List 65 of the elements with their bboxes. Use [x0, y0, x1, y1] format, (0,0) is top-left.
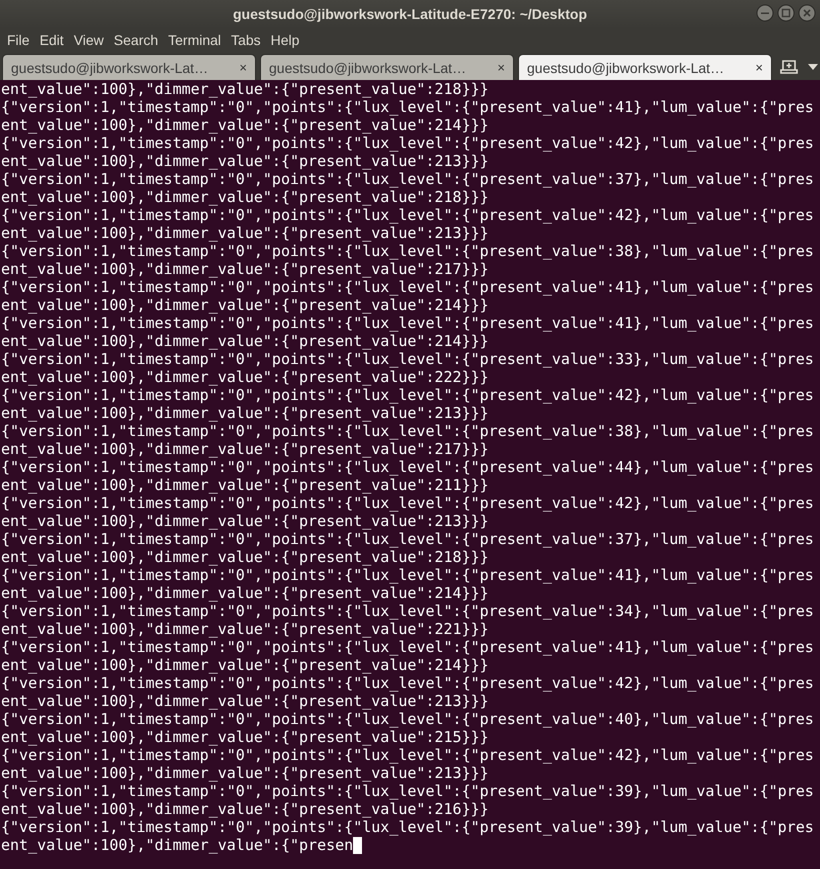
terminal-line: ent_value":100},"dimmer_value":{"present_value":217}}}: [0, 260, 489, 278]
new-tab-icon[interactable]: [780, 59, 798, 75]
terminal-line: ent_value":100},"dimmer_value":{"present_value":213}}}: [0, 152, 489, 170]
window-title: guestsudo@jibworkswork-Latitude-E7270: ~/Desktop: [233, 6, 587, 22]
tab-close-button[interactable]: ×: [497, 60, 505, 75]
terminal-line: ent_value":100},"dimmer_value":{"present_value":214}}}: [0, 116, 489, 134]
terminal-line: ent_value":100},"dimmer_value":{"present_value":214}}}: [0, 656, 489, 674]
terminal-line: {"version":1,"timestamp":"0","points":{"lux_level":{"present_value":37},"lum_value":{"pres: [0, 530, 814, 548]
menu-item[interactable]: Help: [266, 32, 304, 48]
terminal-line: ent_value":100},"dimmer_value":{"present_value":217}}}: [0, 440, 489, 458]
terminal-line: ent_value":100},"dimmer_value":{"present_value":214}}}: [0, 332, 489, 350]
terminal-line: ent_value":100},"dimmer_value":{"present_value":211}}}: [0, 476, 489, 494]
terminal-line: ent_value":100},"dimmer_value":{"present_value":218}}}: [0, 548, 489, 566]
terminal-line: ent_value":100},"dimmer_value":{"present_value":218}}}: [0, 188, 489, 206]
minimize-icon[interactable]: [756, 4, 774, 22]
terminal-tab[interactable]: guestsudo@jibworkswork-Lat… ×: [2, 54, 256, 80]
menu-item[interactable]: View: [68, 32, 109, 48]
terminal-line: {"version":1,"timestamp":"0","points":{"lux_level":{"present_value":42},"lum_value":{"pres: [0, 386, 814, 404]
terminal-line: ent_value":100},"dimmer_value":{"present_value":221}}}: [0, 620, 489, 638]
terminal-line: {"version":1,"timestamp":"0","points":{"lux_level":{"present_value":34},"lum_value":{"pres: [0, 602, 814, 620]
terminal-line: ent_value":100},"dimmer_value":{"present_value":213}}}: [0, 404, 489, 422]
tab-title: guestsudo@jibworkswork-Lat…: [11, 60, 210, 76]
terminal-line: {"version":1,"timestamp":"0","points":{"lux_level":{"present_value":41},"lum_value":{"pres: [0, 98, 814, 116]
terminal-line: {"version":1,"timestamp":"0","points":{"lux_level":{"present_value":44},"lum_value":{"pres: [0, 458, 814, 476]
terminal-line: {"version":1,"timestamp":"0","points":{"lux_level":{"present_value":33},"lum_value":{"pres: [0, 350, 814, 368]
terminal-line: ent_value":100},"dimmer_value":{"presen: [0, 836, 354, 854]
tab-close-button[interactable]: ×: [239, 60, 247, 75]
terminal-line: {"version":1,"timestamp":"0","points":{"lux_level":{"present_value":39},"lum_value":{"pres: [0, 782, 814, 800]
terminal-line: {"version":1,"timestamp":"0","points":{"lux_level":{"present_value":41},"lum_value":{"pres: [0, 314, 814, 332]
menu-item[interactable]: Search: [108, 32, 164, 48]
terminal-line: ent_value":100},"dimmer_value":{"present_value":218}}}: [0, 80, 489, 98]
terminal-line: ent_value":100},"dimmer_value":{"present_value":214}}}: [0, 296, 489, 314]
terminal-line: ent_value":100},"dimmer_value":{"present_value":215}}}: [0, 728, 489, 746]
menu-item[interactable]: Tabs: [226, 32, 266, 48]
terminal-line: {"version":1,"timestamp":"0","points":{"lux_level":{"present_value":38},"lum_value":{"pres: [0, 422, 814, 440]
terminal-line: {"version":1,"timestamp":"0","points":{"lux_level":{"present_value":38},"lum_value":{"pres: [0, 242, 814, 260]
close-icon[interactable]: [798, 4, 816, 22]
terminal-line: {"version":1,"timestamp":"0","points":{"lux_level":{"present_value":39},"lum_value":{"pres: [0, 818, 814, 836]
terminal-tab[interactable]: guestsudo@jibworkswork-Lat… ×: [518, 54, 772, 80]
menu-item[interactable]: Edit: [34, 32, 69, 48]
maximize-icon[interactable]: [777, 4, 795, 22]
tab-title: guestsudo@jibworkswork-Lat…: [269, 60, 468, 76]
terminal-line: ent_value":100},"dimmer_value":{"present_value":213}}}: [0, 692, 489, 710]
tab-close-button[interactable]: ×: [755, 60, 763, 75]
terminal-line: {"version":1,"timestamp":"0","points":{"lux_level":{"present_value":42},"lum_value":{"pres: [0, 494, 814, 512]
tab-title: guestsudo@jibworkswork-Lat…: [527, 60, 726, 76]
terminal-line: {"version":1,"timestamp":"0","points":{"lux_level":{"present_value":40},"lum_value":{"pres: [0, 710, 814, 728]
menu-item[interactable]: Terminal: [163, 32, 226, 48]
terminal-line: {"version":1,"timestamp":"0","points":{"lux_level":{"present_value":42},"lum_value":{"pres: [0, 674, 814, 692]
terminal-line: ent_value":100},"dimmer_value":{"present_value":214}}}: [0, 584, 489, 602]
terminal-line: {"version":1,"timestamp":"0","points":{"lux_level":{"present_value":41},"lum_value":{"pres: [0, 278, 814, 296]
terminal-line: {"version":1,"timestamp":"0","points":{"lux_level":{"present_value":42},"lum_value":{"pres: [0, 206, 814, 224]
terminal-line: ent_value":100},"dimmer_value":{"present_value":213}}}: [0, 764, 489, 782]
terminal-line: ent_value":100},"dimmer_value":{"present_value":213}}}: [0, 224, 489, 242]
terminal-tab[interactable]: guestsudo@jibworkswork-Lat… ×: [260, 54, 514, 80]
terminal-line: {"version":1,"timestamp":"0","points":{"lux_level":{"present_value":41},"lum_value":{"pres: [0, 638, 814, 656]
terminal-line: ent_value":100},"dimmer_value":{"present_value":216}}}: [0, 800, 489, 818]
terminal-line: {"version":1,"timestamp":"0","points":{"lux_level":{"present_value":41},"lum_value":{"pres: [0, 566, 814, 584]
menu-item[interactable]: File: [2, 32, 35, 48]
terminal-line: {"version":1,"timestamp":"0","points":{"lux_level":{"present_value":42},"lum_value":{"pres: [0, 746, 814, 764]
terminal-line: {"version":1,"timestamp":"0","points":{"lux_level":{"present_value":37},"lum_value":{"pres: [0, 170, 814, 188]
terminal-line: ent_value":100},"dimmer_value":{"present_value":222}}}: [0, 368, 489, 386]
terminal-line: {"version":1,"timestamp":"0","points":{"lux_level":{"present_value":42},"lum_value":{"pres: [0, 134, 814, 152]
dropdown-caret-icon[interactable]: [808, 64, 818, 70]
terminal-line: ent_value":100},"dimmer_value":{"present_value":213}}}: [0, 512, 489, 530]
